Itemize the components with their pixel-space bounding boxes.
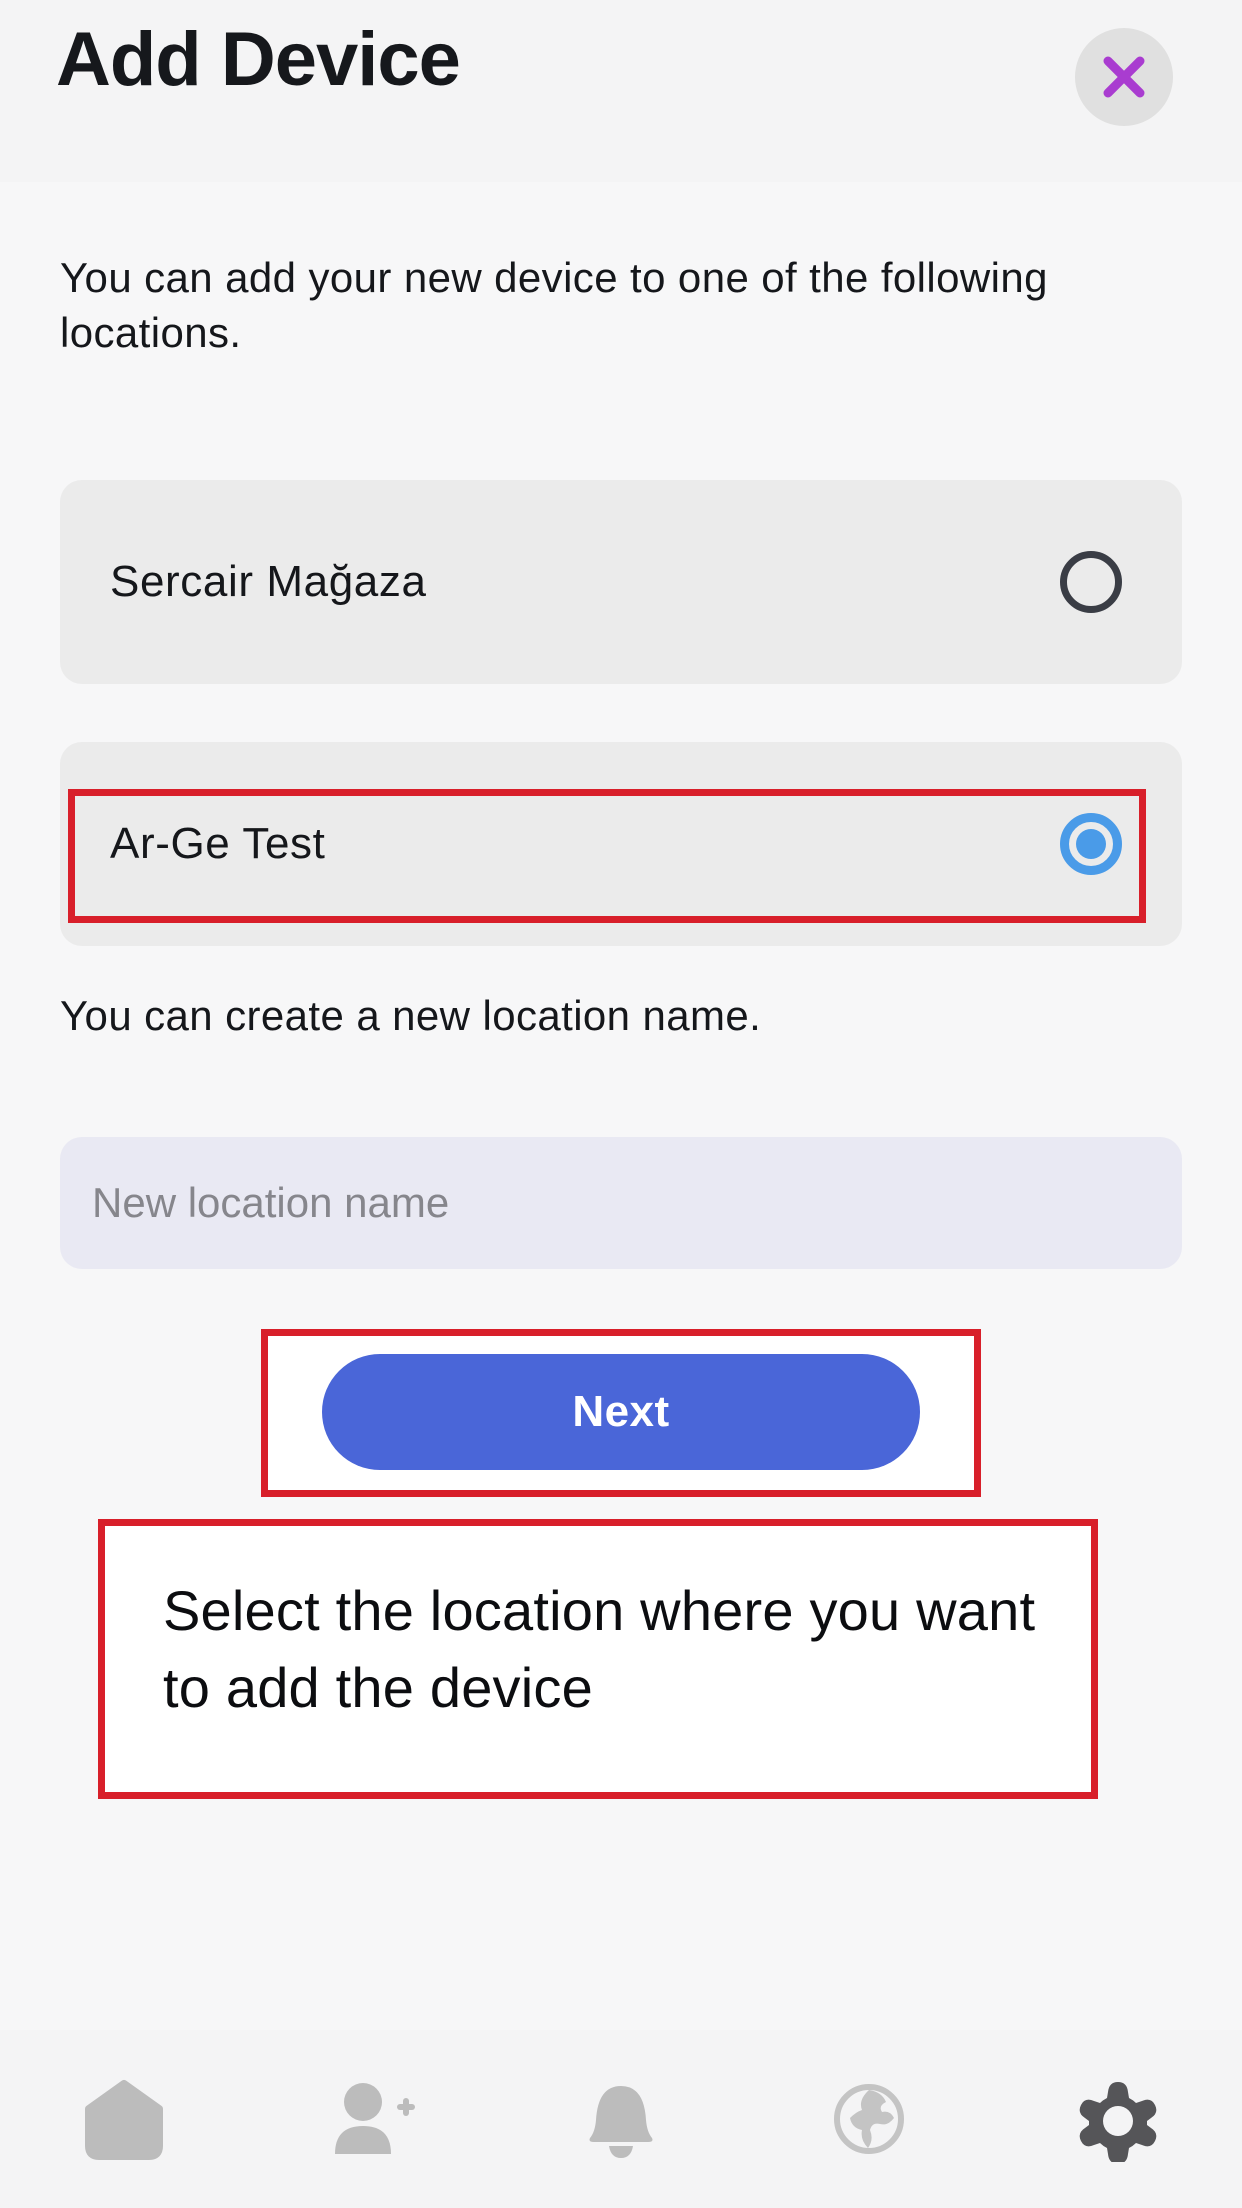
globe-icon <box>826 2076 912 2162</box>
page-title: Add Device <box>56 17 461 102</box>
location-option-ar-ge-test[interactable]: Ar-Ge Test <box>60 742 1182 946</box>
close-button[interactable] <box>1075 28 1173 126</box>
create-location-text: You can create a new location name. <box>60 992 762 1039</box>
close-x-icon <box>1075 28 1173 126</box>
radio-selected-icon[interactable] <box>1060 813 1122 875</box>
annotation-callout-box: Select the location where you want to ad… <box>98 1519 1098 1799</box>
nav-item-globe[interactable] <box>769 2030 969 2208</box>
location-label: Sercair Mağaza <box>110 557 427 606</box>
location-label: Ar-Ge Test <box>110 819 326 868</box>
main-content: You can add your new device to one of th… <box>0 182 1242 2030</box>
nav-item-add-person[interactable] <box>273 2030 473 2208</box>
annotation-callout-text: Select the location where you want to ad… <box>163 1579 1036 1720</box>
header-bar: Add Device <box>0 0 1242 182</box>
radio-unselected-icon[interactable] <box>1060 551 1122 613</box>
nav-item-settings[interactable] <box>1018 2030 1218 2208</box>
gear-icon <box>1075 2076 1161 2162</box>
location-option-sercair-magaza[interactable]: Sercair Mağaza <box>60 480 1182 684</box>
nav-item-home[interactable] <box>24 2030 224 2208</box>
radio-dot <box>1076 829 1106 859</box>
new-location-name-input[interactable] <box>60 1137 1182 1269</box>
add-person-icon <box>327 2076 419 2162</box>
home-icon <box>81 2076 167 2162</box>
bell-icon <box>578 2076 664 2162</box>
next-button[interactable]: Next <box>322 1354 920 1470</box>
bottom-navigation-bar <box>0 2030 1242 2208</box>
nav-item-notifications[interactable] <box>521 2030 721 2208</box>
intro-text: You can add your new device to one of th… <box>60 254 1048 357</box>
